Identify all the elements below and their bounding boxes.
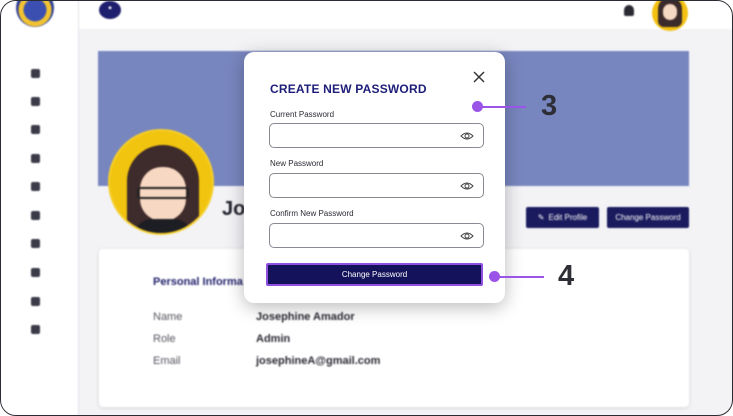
avatar-body — [134, 219, 192, 233]
user-icon[interactable] — [31, 125, 40, 134]
name-value: Josephine Amador — [256, 311, 355, 323]
personal-info-title: Personal Informa — [153, 276, 243, 288]
screenshot-frame: ▪ Jos ✎ Edit Profile Change Password Per… — [0, 0, 733, 416]
list-icon[interactable] — [31, 297, 40, 306]
profile-avatar — [108, 129, 214, 235]
email-value: josephineA@gmail.com — [256, 355, 381, 367]
current-password-label: Current Password — [270, 110, 335, 119]
name-label: Name — [153, 311, 183, 323]
new-password-label: New Password — [270, 159, 324, 168]
school-seal-logo[interactable] — [16, 1, 54, 27]
callout-number: 4 — [558, 260, 575, 292]
edit-profile-label: Edit Profile — [548, 213, 588, 222]
create-password-modal: CREATE NEW PASSWORD Current Password New… — [244, 52, 505, 303]
avatar-glasses — [137, 187, 189, 199]
logout-icon[interactable] — [31, 325, 40, 334]
callout-line — [481, 106, 526, 108]
change-password-label: Change Password — [615, 213, 681, 222]
layers-icon[interactable] — [31, 268, 40, 277]
current-password-input[interactable] — [269, 123, 484, 148]
change-password-button[interactable]: Change Password — [607, 207, 689, 228]
bell-icon[interactable] — [624, 5, 634, 16]
eye-icon[interactable] — [460, 131, 474, 141]
new-password-input[interactable] — [269, 173, 484, 198]
email-label: Email — [153, 355, 181, 367]
eye-icon[interactable] — [460, 181, 474, 191]
pencil-icon: ✎ — [537, 213, 545, 222]
avatar-face — [663, 4, 677, 20]
callout-line — [498, 276, 544, 278]
close-icon[interactable] — [472, 70, 486, 84]
grid-icon[interactable]: ▪ — [99, 1, 121, 19]
confirm-password-label: Confirm New Password — [270, 209, 354, 218]
sidebar — [1, 1, 79, 415]
confirm-password-input[interactable] — [269, 223, 484, 248]
role-label: Role — [153, 333, 176, 345]
book-icon[interactable] — [31, 211, 40, 220]
modal-title: CREATE NEW PASSWORD — [270, 82, 427, 96]
bug-icon[interactable] — [31, 182, 40, 191]
dashboard-icon[interactable] — [31, 69, 40, 78]
edit-profile-button[interactable]: ✎ Edit Profile — [526, 207, 599, 228]
eye-icon[interactable] — [460, 231, 474, 241]
calendar-icon[interactable] — [31, 239, 40, 248]
folder-icon[interactable] — [31, 154, 40, 163]
topbar — [79, 1, 732, 29]
callout-number: 3 — [541, 90, 558, 122]
role-value: Admin — [256, 333, 291, 345]
change-password-submit-button[interactable]: Change Password — [266, 263, 483, 286]
network-icon[interactable] — [31, 97, 40, 106]
